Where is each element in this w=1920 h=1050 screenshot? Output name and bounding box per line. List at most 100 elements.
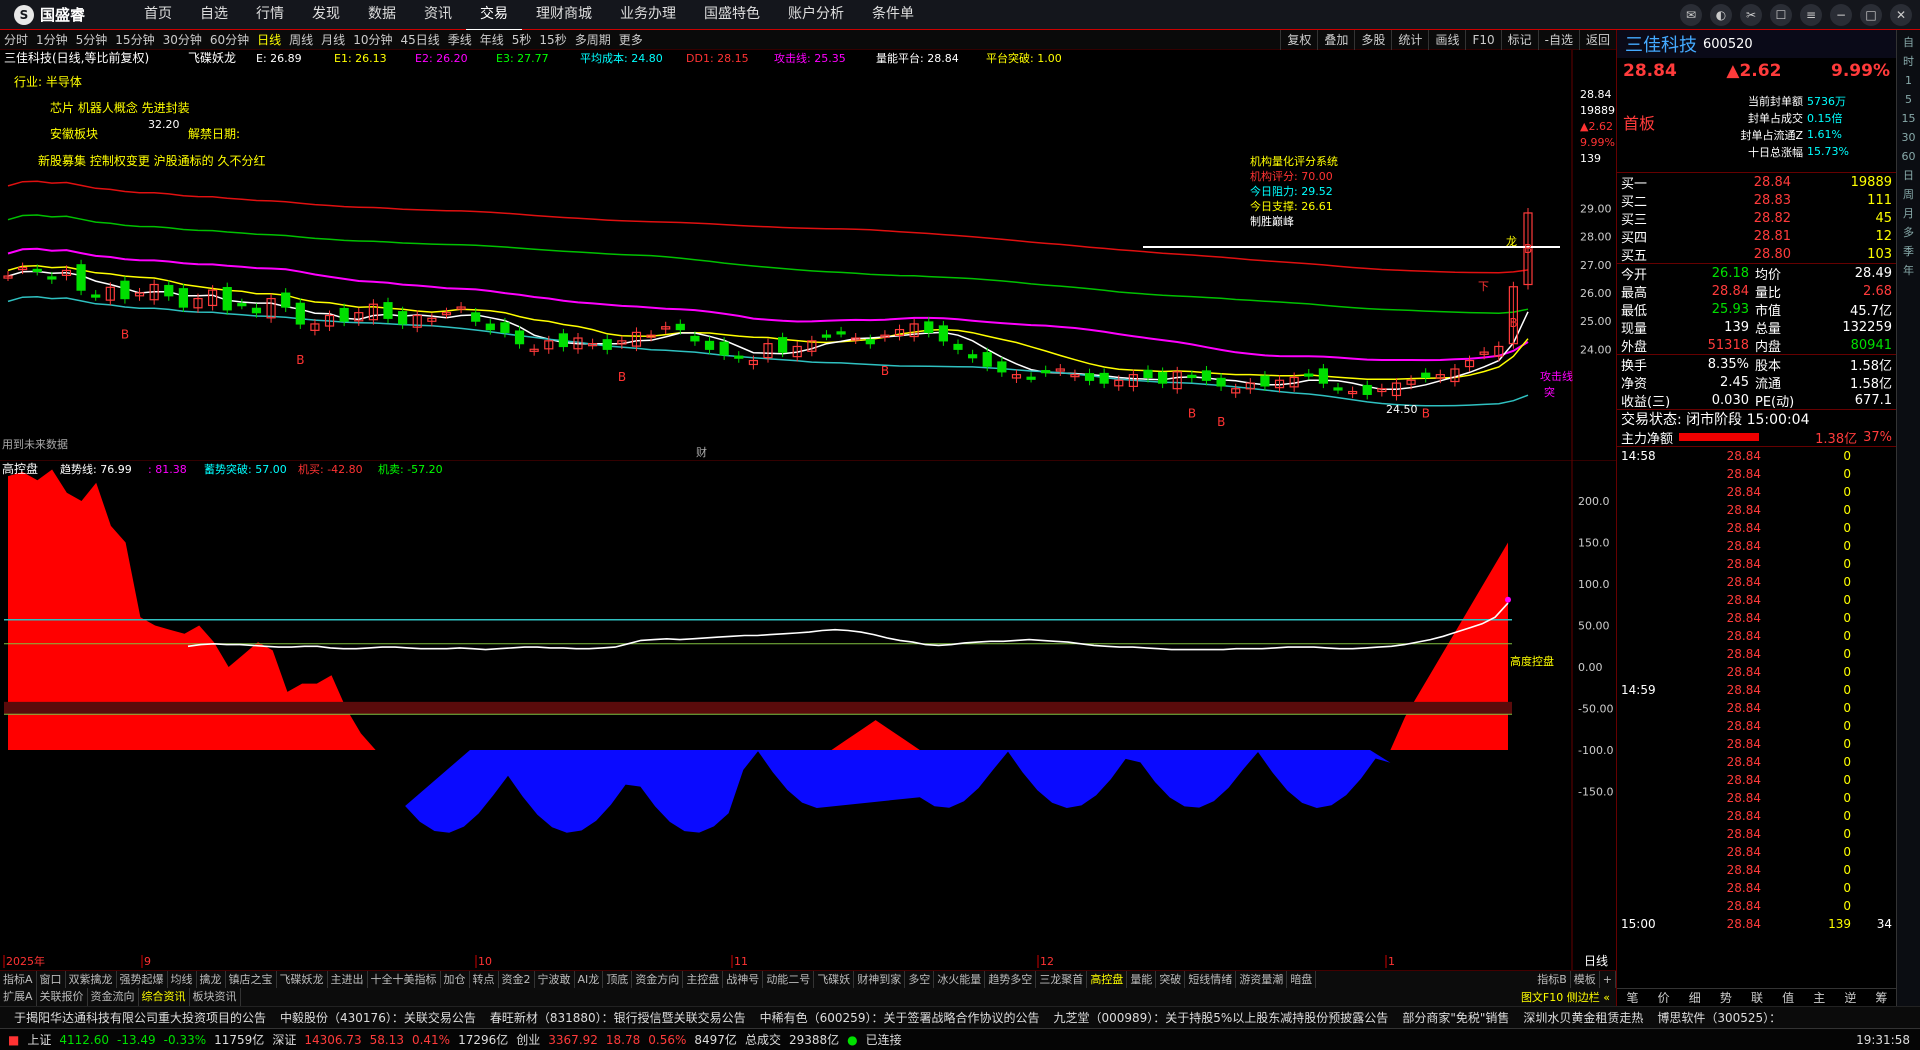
sidebar-item[interactable]: 5: [1905, 91, 1912, 108]
indicator-tab[interactable]: 量能: [1127, 970, 1157, 989]
indicator-tab[interactable]: 窗口: [37, 970, 66, 989]
indicator-tab[interactable]: 趋势多空: [985, 970, 1037, 989]
period-item[interactable]: 15秒: [535, 30, 570, 50]
indicator-tab-right[interactable]: 指标B: [1534, 970, 1571, 989]
indicator-tab[interactable]: 资金方向: [632, 970, 684, 989]
indicator-tab[interactable]: 高控盘: [1087, 970, 1128, 989]
bid-row[interactable]: 买四 28.81 12: [1621, 227, 1892, 246]
indicator-tab[interactable]: 双紫擒龙: [66, 970, 117, 989]
sidebar-item[interactable]: 月: [1903, 205, 1914, 222]
news-item[interactable]: 九芝堂（000989）：关于持股5%以上股东减持股份预披露公告: [1039, 1009, 1388, 1026]
bid-row[interactable]: 买二 28.83 111: [1621, 191, 1892, 210]
nav-item[interactable]: 条件单: [858, 0, 928, 31]
nav-item[interactable]: 资讯: [410, 0, 466, 31]
period-item[interactable]: 45日线: [396, 30, 443, 50]
indicator-tab-right[interactable]: +: [1600, 970, 1616, 989]
news-item[interactable]: 深圳水贝黄金租赁走热: [1509, 1009, 1643, 1026]
nav-item[interactable]: 理财商城: [522, 0, 606, 31]
app-logo[interactable]: S 国盛睿: [0, 4, 130, 25]
tool-button[interactable]: -自选: [1537, 30, 1579, 50]
quote-tab[interactable]: 细: [1689, 989, 1701, 1006]
indicator-tab[interactable]: 战神号: [723, 970, 764, 989]
period-item[interactable]: 多周期: [571, 30, 615, 50]
indicator-tab[interactable]: 宁波敢: [535, 970, 575, 989]
period-item[interactable]: 分时: [0, 30, 32, 50]
bid-row[interactable]: 买五 28.80 103: [1621, 245, 1892, 264]
news-item[interactable]: 春旺新材（831880）：银行授信暨关联交易公告: [476, 1009, 746, 1026]
tool-button[interactable]: 标记: [1500, 30, 1538, 50]
indicator-tab[interactable]: AI龙: [575, 970, 604, 989]
indicator-tab[interactable]: 强势起爆: [117, 970, 168, 989]
news-item[interactable]: 中稀有色（600259）：关于签署战略合作协议的公告: [746, 1009, 1040, 1026]
sidebar-item[interactable]: 时: [1903, 53, 1914, 70]
tool-button[interactable]: 多股: [1354, 30, 1391, 50]
bid-row[interactable]: 买三 28.82 45: [1621, 209, 1892, 228]
nav-item[interactable]: 业务办理: [606, 0, 690, 31]
period-item[interactable]: 15分钟: [111, 30, 158, 50]
news-item[interactable]: 部分商家"免税"销售: [1388, 1009, 1509, 1026]
tool-button[interactable]: 复权: [1280, 30, 1317, 50]
news-item[interactable]: 于揭阳华达通科技有限公司重大投资项目的公告: [0, 1009, 266, 1026]
main-kline-chart[interactable]: 三佳科技(日线,等比前复权) 飞碟妖龙 E: 26.89 E1: 26.13 E…: [0, 50, 1616, 460]
indicator-tab[interactable]: 均线: [168, 970, 197, 989]
period-item[interactable]: 60分钟: [206, 30, 253, 50]
indicator-tab[interactable]: 指标A: [0, 970, 37, 989]
sidebar-item[interactable]: 15: [1902, 110, 1916, 127]
theme-icon[interactable]: ☐: [1770, 4, 1792, 26]
sidebar-item[interactable]: 30: [1902, 129, 1916, 146]
indicator-tab[interactable]: 十全十美指标: [368, 970, 441, 989]
news-item[interactable]: 博思软件（300525）：: [1643, 1009, 1781, 1026]
period-item[interactable]: 月线: [317, 30, 349, 50]
indicator-tab[interactable]: 飞碟妖: [814, 970, 855, 989]
quote-tab[interactable]: 值: [1782, 989, 1794, 1006]
indicator-tab-right[interactable]: 模板: [1571, 970, 1600, 989]
indicator-tab[interactable]: 主控盘: [683, 970, 724, 989]
nav-item[interactable]: 交易: [466, 0, 522, 31]
period-item[interactable]: 更多: [615, 30, 647, 50]
indicator-tab[interactable]: 动能二号: [763, 970, 815, 989]
quote-tab[interactable]: 主: [1813, 989, 1825, 1006]
period-item[interactable]: 1分钟: [32, 30, 72, 50]
indicator-tab[interactable]: 突破: [1156, 970, 1186, 989]
indicator-tab[interactable]: 多空: [905, 970, 935, 989]
minimize-icon[interactable]: −: [1830, 4, 1852, 26]
message-icon[interactable]: ✉: [1680, 4, 1702, 26]
info-tab[interactable]: 关联报价: [37, 988, 88, 1006]
quote-tab[interactable]: 价: [1658, 989, 1670, 1006]
period-item[interactable]: 季线: [444, 30, 476, 50]
nav-item[interactable]: 自选: [186, 0, 242, 31]
quote-tab[interactable]: 联: [1751, 989, 1763, 1006]
indicator-tab[interactable]: 三龙聚首: [1036, 970, 1088, 989]
sidebar-item[interactable]: 日: [1903, 167, 1914, 184]
period-item[interactable]: 30分钟: [159, 30, 206, 50]
nav-item[interactable]: 行情: [242, 0, 298, 31]
info-tab[interactable]: 综合资讯: [139, 988, 190, 1006]
period-item[interactable]: 10分钟: [349, 30, 396, 50]
tool-button[interactable]: 统计: [1391, 30, 1428, 50]
quote-stock-name[interactable]: 三佳科技: [1625, 31, 1697, 57]
tool-button[interactable]: 画线: [1428, 30, 1465, 50]
nav-item[interactable]: 账户分析: [774, 0, 858, 31]
news-item[interactable]: 中毅股份（430176）：关联交易公告: [266, 1009, 476, 1026]
indicator-tab[interactable]: 冰火能量: [934, 970, 986, 989]
tool-button[interactable]: 叠加: [1317, 30, 1354, 50]
indicator-tab[interactable]: 主进出: [328, 970, 368, 989]
tool-icon[interactable]: ✂: [1740, 4, 1762, 26]
quote-tab[interactable]: 筹: [1875, 989, 1887, 1006]
sidebar-item[interactable]: 1: [1905, 72, 1912, 89]
tool-button[interactable]: 返回: [1578, 30, 1616, 50]
indicator-tab[interactable]: 镇店之宝: [226, 970, 277, 989]
menu-icon[interactable]: ≡: [1800, 4, 1822, 26]
period-item[interactable]: 年线: [476, 30, 508, 50]
quote-tab[interactable]: 笔: [1627, 989, 1639, 1006]
info-tab[interactable]: 扩展A: [0, 988, 37, 1006]
quote-tab[interactable]: 逆: [1844, 989, 1856, 1006]
nav-item[interactable]: 首页: [130, 0, 186, 31]
period-item[interactable]: 5分钟: [72, 30, 112, 50]
quote-tab[interactable]: 势: [1720, 989, 1732, 1006]
nav-item[interactable]: 数据: [354, 0, 410, 31]
sidebar-item[interactable]: 年: [1903, 262, 1914, 279]
indicator-tab[interactable]: 顶底: [603, 970, 633, 989]
nav-item[interactable]: 发现: [298, 0, 354, 31]
skin-icon[interactable]: ◐: [1710, 4, 1732, 26]
